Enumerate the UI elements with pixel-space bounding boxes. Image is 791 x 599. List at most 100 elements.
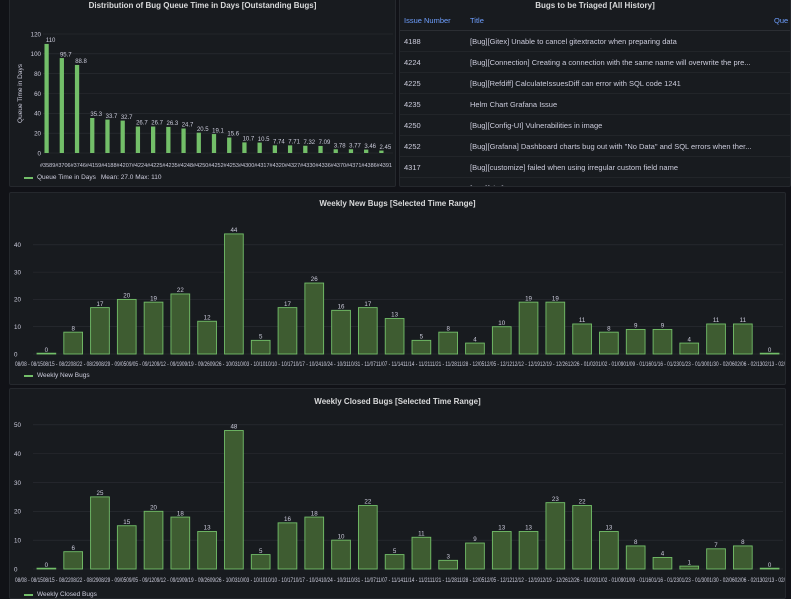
issue-title-cell: [Bug][Grafana] Dashboard charts bug out … [466,135,770,157]
bar [90,307,110,355]
weekly-closed-bugs-chart: 0102030405006251520181348516181022511391… [14,422,785,584]
bar [333,149,338,153]
panel-title[interactable]: Bugs to be Triaged [All History] [400,0,790,11]
bar [250,554,271,570]
bar [181,128,186,153]
issue-title-cell: [Bug][customize] failed when using irreg… [466,156,770,178]
issue-title-cell: [Bug][Jira] ... [466,177,770,186]
data-label: 13 [605,525,612,532]
table-row[interactable]: 4235 Helm Chart Grafana Issue [400,93,790,115]
data-label: 26.7 [136,121,148,127]
data-label: 5 [393,548,397,555]
data-label: 5 [259,548,263,555]
bar [304,282,325,355]
data-label: 13 [204,525,211,532]
y-tick-label: 30 [14,480,21,487]
bar [90,496,110,570]
table-row[interactable]: 4327[Bug][Jira] ... [400,177,790,186]
table-header-row: Issue Number Title Que [400,11,790,31]
bar [120,120,125,153]
table-row[interactable]: 4188 [Bug][Gitex] Unable to cancel gitext… [400,30,790,52]
issue-number-cell: 4250 [400,114,466,136]
y-tick-label: 30 [14,269,21,276]
data-label: 1 [688,559,692,566]
bar [384,318,405,355]
data-label: 23 [552,496,559,503]
bar [652,328,673,355]
bar [679,565,700,570]
chart-legend[interactable]: Queue Time in Days Mean: 27.0 Max: 110 [24,174,161,181]
data-label: 25 [97,490,104,497]
issue-number-cell: 4224 [400,51,466,73]
table-row[interactable]: 4252 [Bug][Grafana] Dashboard charts bug … [400,135,790,157]
issue-number-cell: 4188 [400,30,466,52]
queue-time-panel: Distribution of Bug Queue Time in Days [… [9,0,396,187]
bar [625,328,646,355]
issue-title-cell: Helm Chart Grafana Issue [466,93,770,115]
table-row[interactable]: 4225 [Bug][Refdiff] CalculateIssuesDiff c… [400,72,790,94]
bar [116,525,137,570]
data-label: 7.09 [319,140,331,146]
data-label: 24.7 [182,123,194,129]
bar [44,43,49,153]
issue-title-cell: [Bug][Config-UI] Vulnerabilities in imag… [466,114,770,136]
bar [63,331,84,355]
bar [465,542,485,570]
bar [652,557,673,570]
data-label: 11 [579,317,586,324]
issue-number-cell: 4235 [400,93,466,115]
data-label: 35.3 [90,112,102,118]
bar [277,522,298,570]
data-label: 48 [230,424,237,431]
bar [196,132,201,153]
data-label: 18 [177,510,184,517]
data-label: 0 [45,347,49,354]
bar [545,502,566,570]
queue-cell [770,135,790,157]
bar [732,323,753,355]
table-row[interactable]: 4250 [Bug][Config-UI] Vulnerabilities in … [400,114,790,136]
data-label: 13 [498,525,505,532]
legend-swatch [24,593,33,596]
table-row[interactable]: 4224 [Bug][Connection] Creating a connect… [400,51,790,73]
column-header-issue-number[interactable]: Issue Number [400,11,466,31]
column-header-title[interactable]: Title [466,11,770,31]
queue-cell [770,156,790,178]
data-label: 18 [311,510,318,517]
data-label: 0 [45,562,49,569]
data-label: 88.8 [75,59,87,65]
bar [518,531,539,570]
data-label: 26 [311,276,318,283]
x-tick-labels: #3589#3706#3746#4159#4188#4207#4224#4225… [40,163,392,169]
weekly-closed-bugs-panel: Weekly Closed Bugs [Selected Time Range]… [9,388,786,599]
bar [59,58,64,153]
bar [491,531,512,570]
weekly-new-bugs-chart: 010203040081720 192212445172616 1713584101… [14,227,785,368]
data-label: 2.45 [380,145,392,151]
chart-legend[interactable]: Weekly New Bugs [24,372,90,379]
bar [277,307,298,355]
queue-cell [770,72,790,94]
data-label: 19 [150,295,157,302]
bar [166,126,171,153]
data-label: 7.74 [273,140,285,146]
data-label: 20 [123,293,130,300]
x-tick-labels: 08/08 - 08/1508/15 - 08/2208/22 - 08/290… [15,361,785,368]
x-tick-labels: 08/08 - 08/1508/15 - 08/2208/22 - 08/290… [15,577,785,584]
column-header-queue[interactable]: Que [770,11,790,31]
legend-series-label: Weekly New Bugs [37,372,90,379]
data-label: 13 [525,525,532,532]
data-label: 16 [338,304,345,311]
data-label: 11 [418,530,425,537]
y-axis-label: Queue Time in Days [17,63,24,123]
bar [357,307,378,355]
data-label: 3.77 [349,143,361,149]
bar [438,559,459,570]
data-label: 0 [768,347,772,354]
triage-table: Issue Number Title Que 4188 [Bug][Gitex] … [400,11,790,186]
y-tick-label: 40 [14,242,21,249]
table-row[interactable]: 4317 [Bug][customize] failed when using i… [400,156,790,178]
triage-table-panel: Bugs to be Triaged [All History] Issue N… [399,0,791,187]
table-viewport[interactable]: Issue Number Title Que 4188 [Bug][Gitex] … [400,11,790,186]
data-label: 95.7 [60,52,72,58]
